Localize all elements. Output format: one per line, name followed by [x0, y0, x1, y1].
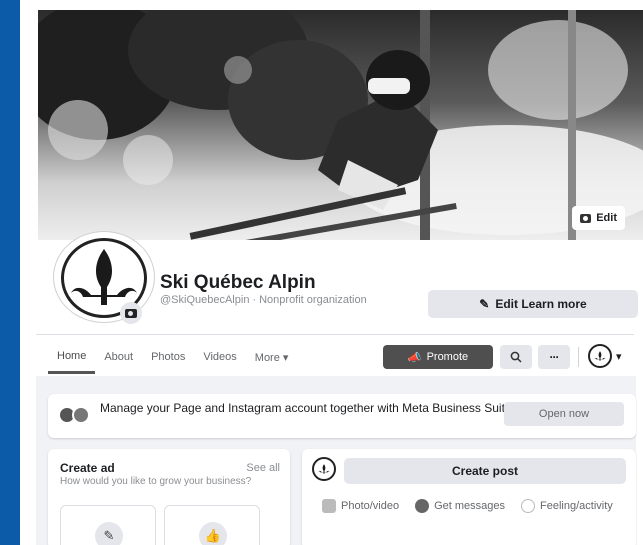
fleur-de-lis-logo [594, 351, 606, 361]
search-button[interactable] [500, 345, 532, 369]
post-actions: Photo/video Get messages Feeling/activit… [322, 499, 613, 513]
create-ad-title: Create ad [60, 461, 115, 475]
avatar-camera-button[interactable] [120, 302, 142, 324]
tab-photos-label: Photos [151, 351, 186, 363]
feeling-activity-action[interactable]: Feeling/activity [521, 499, 613, 513]
edit-icon: ✎ [95, 522, 123, 545]
camera-icon [580, 213, 592, 223]
page-handle: @SkiQuebecAlpin [160, 294, 250, 306]
create-ad-card: Create ad See all How would you like to … [48, 449, 290, 545]
tab-more[interactable]: More ▾ [246, 340, 298, 374]
edit-cover-button[interactable]: Edit [572, 206, 625, 230]
page-title: Ski Québec Alpin [160, 272, 316, 293]
create-post-button[interactable]: Create post [344, 458, 626, 484]
create-post-card: Create post Photo/video Get messages Fee… [302, 449, 636, 545]
tab-videos-label: Videos [203, 351, 237, 363]
business-suite-card: Manage your Page and Instagram account t… [48, 394, 636, 438]
skier-illustration [38, 10, 643, 240]
see-all-link[interactable]: See all [246, 462, 280, 474]
ad-option-edit[interactable]: ✎ [60, 505, 156, 545]
action-separator [578, 347, 579, 367]
tab-home[interactable]: Home [48, 340, 96, 374]
edit-learn-more-button[interactable]: ✎ Edit Learn more [428, 290, 638, 318]
page-tabs: Home About Photos Videos More ▾ [48, 340, 297, 374]
megaphone-icon: 📣 [407, 351, 422, 364]
fleur-de-lis-logo [318, 464, 330, 474]
more-options-button[interactable]: ··· [538, 345, 570, 369]
page-subtitle: @SkiQuebecAlpin · Nonprofit organization [160, 294, 367, 306]
ad-option-like[interactable]: 👍 [164, 505, 260, 545]
messenger-icon [415, 499, 430, 513]
photo-video-label: Photo/video [341, 500, 400, 512]
smiley-icon [521, 499, 536, 513]
subtitle-separator: · [252, 294, 257, 306]
left-blue-border [0, 0, 20, 545]
chevron-down-icon: ▾ [616, 350, 622, 363]
edit-learn-label: Edit Learn more [495, 297, 587, 311]
get-messages-label: Get messages [434, 500, 506, 512]
header-divider [36, 334, 634, 335]
tab-about-label: About [104, 351, 134, 363]
create-post-label: Create post [451, 464, 519, 478]
promote-button[interactable]: 📣 Promote [383, 345, 493, 369]
pencil-icon: ✎ [479, 297, 490, 311]
page-category: Nonprofit organization [259, 294, 367, 306]
promote-label: Promote [426, 351, 469, 363]
tab-more-label: More ▾ [254, 351, 289, 364]
meta-instagram-icons [58, 406, 90, 424]
page-switcher[interactable]: ▾ [588, 344, 622, 368]
photo-icon [322, 499, 336, 513]
edit-cover-label: Edit [596, 212, 617, 224]
post-avatar [312, 457, 336, 481]
thumbs-up-icon: 👍 [199, 522, 227, 545]
camera-icon [125, 308, 137, 318]
more-options-label: ··· [549, 350, 560, 364]
tab-videos[interactable]: Videos [194, 340, 245, 374]
tab-photos[interactable]: Photos [142, 340, 194, 374]
open-now-button[interactable]: Open now [504, 402, 624, 426]
tab-home-label: Home [57, 349, 87, 362]
instagram-icon [72, 406, 90, 424]
cover-photo[interactable]: Edit [38, 10, 643, 240]
search-icon [510, 351, 522, 363]
photo-video-action[interactable]: Photo/video [322, 499, 399, 513]
page-mini-avatar [588, 344, 612, 368]
business-suite-text: Manage your Page and Instagram account t… [100, 401, 515, 415]
get-messages-action[interactable]: Get messages [415, 499, 505, 513]
open-now-label: Open now [538, 408, 590, 420]
create-ad-subtitle: How would you like to grow your business… [60, 476, 252, 487]
feeling-activity-label: Feeling/activity [540, 500, 613, 512]
tab-about[interactable]: About [95, 340, 142, 374]
